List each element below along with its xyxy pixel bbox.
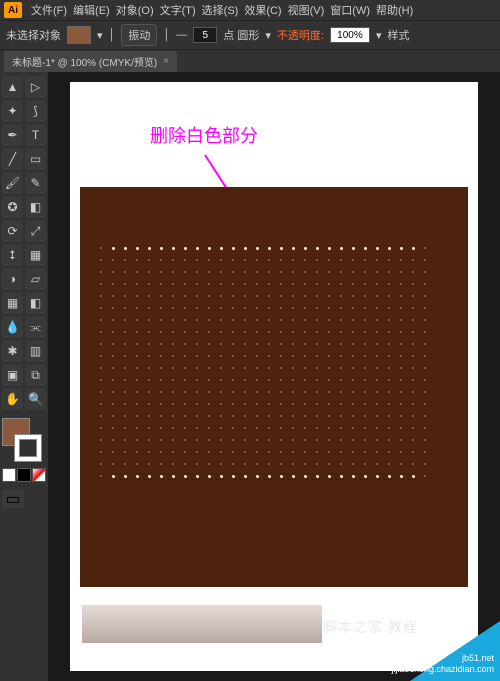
width-tool[interactable]: ⭥ bbox=[2, 244, 23, 266]
blob-brush-tool[interactable]: ✪ bbox=[2, 196, 23, 218]
rectangle-tool[interactable]: ▭ bbox=[25, 148, 46, 170]
color-mode-row bbox=[2, 468, 46, 482]
menu-window[interactable]: 窗口(W) bbox=[327, 2, 373, 18]
column-graph-tool[interactable]: ▥ bbox=[25, 340, 46, 362]
opacity-label: 不透明度: bbox=[277, 27, 324, 43]
color-swatches[interactable] bbox=[2, 418, 46, 462]
pen-tool[interactable]: ✒ bbox=[2, 124, 23, 146]
annotation-text: 删除白色部分 bbox=[150, 122, 258, 148]
tab-title: 未标题-1* @ 100% (CMYK/预览) bbox=[12, 54, 157, 69]
mesh-tool[interactable]: ▦ bbox=[2, 292, 23, 314]
menubar: Ai 文件(F) 编辑(E) 对象(O) 文字(T) 选择(S) 效果(C) 视… bbox=[0, 0, 500, 20]
color-mode-gradient[interactable] bbox=[17, 468, 31, 482]
hand-tool[interactable]: ✋ bbox=[2, 388, 23, 410]
corner-text: jb51.net jijiaocheng.chazidian.com bbox=[391, 653, 494, 675]
free-transform-tool[interactable]: ▦ bbox=[25, 244, 46, 266]
selection-tool[interactable]: ▲ bbox=[2, 76, 23, 98]
menu-help[interactable]: 帮助(H) bbox=[373, 2, 416, 18]
line-tool[interactable]: ╱ bbox=[2, 148, 23, 170]
dropdown-icon[interactable]: ▾ bbox=[265, 29, 271, 42]
color-mode-color[interactable] bbox=[2, 468, 16, 482]
artboard-tool[interactable]: ▣ bbox=[2, 364, 23, 386]
stroke-weight-input[interactable] bbox=[193, 27, 217, 43]
lasso-tool[interactable]: ⟆ bbox=[25, 100, 46, 122]
blend-tool[interactable]: ⫘ bbox=[25, 316, 46, 338]
line-icon: — bbox=[176, 29, 187, 41]
main-area: ▲▷ ✦⟆ ✒T ╱▭ 🖌✎ ✪◧ ⟳⤢ ⭥▦ ◑▱ ▦◧ 💧⫘ ✱▥ ▣⧉ ✋… bbox=[0, 72, 500, 681]
screen-mode-button[interactable]: ▭ bbox=[2, 490, 24, 508]
artboard: 删除白色部分 脚本之家 教程 bbox=[70, 82, 478, 671]
transform-button[interactable]: 振动 bbox=[121, 24, 157, 46]
dots-pattern bbox=[100, 247, 448, 547]
divider: │ bbox=[109, 29, 116, 41]
fill-swatch[interactable] bbox=[67, 26, 91, 44]
artwork-canvas bbox=[80, 187, 468, 587]
slice-tool[interactable]: ⧉ bbox=[25, 364, 46, 386]
document-tab[interactable]: 未标题-1* @ 100% (CMYK/预览) × bbox=[4, 51, 177, 72]
menu-view[interactable]: 视图(V) bbox=[285, 2, 328, 18]
eraser-tool[interactable]: ◧ bbox=[25, 196, 46, 218]
divider: │ bbox=[163, 29, 170, 41]
ai-logo-icon: Ai bbox=[4, 2, 22, 18]
close-icon[interactable]: × bbox=[163, 56, 169, 67]
color-mode-none[interactable] bbox=[32, 468, 46, 482]
corner-line2: jijiaocheng.chazidian.com bbox=[391, 664, 494, 675]
selection-status: 未选择对象 bbox=[6, 27, 61, 43]
opacity-input[interactable] bbox=[330, 27, 370, 43]
menu-type[interactable]: 文字(T) bbox=[157, 2, 199, 18]
style-label: 样式 bbox=[387, 27, 409, 43]
shape-builder-tool[interactable]: ◑ bbox=[2, 268, 23, 290]
perspective-tool[interactable]: ▱ bbox=[25, 268, 46, 290]
toolbox: ▲▷ ✦⟆ ✒T ╱▭ 🖌✎ ✪◧ ⟳⤢ ⭥▦ ◑▱ ▦◧ 💧⫘ ✱▥ ▣⧉ ✋… bbox=[0, 72, 48, 681]
zoom-tool[interactable]: 🔍 bbox=[25, 388, 46, 410]
pencil-tool[interactable]: ✎ bbox=[25, 172, 46, 194]
menu-file[interactable]: 文件(F) bbox=[28, 2, 70, 18]
dropdown-icon[interactable]: ▾ bbox=[376, 29, 382, 42]
canvas-area[interactable]: 删除白色部分 脚本之家 教程 jb51.net jijiaocheng.chaz… bbox=[48, 72, 500, 681]
direct-selection-tool[interactable]: ▷ bbox=[25, 76, 46, 98]
document-tabbar: 未标题-1* @ 100% (CMYK/预览) × bbox=[0, 50, 500, 72]
menu-select[interactable]: 选择(S) bbox=[199, 2, 242, 18]
type-tool[interactable]: T bbox=[25, 124, 46, 146]
gradient-bar bbox=[82, 605, 322, 643]
menu-effect[interactable]: 效果(C) bbox=[241, 2, 284, 18]
stroke-label: 点 圆形 bbox=[223, 27, 259, 43]
eyedropper-tool[interactable]: 💧 bbox=[2, 316, 23, 338]
scale-tool[interactable]: ⤢ bbox=[25, 220, 46, 242]
stroke-color-swatch[interactable] bbox=[14, 434, 42, 462]
stroke-dropdown-icon[interactable]: ▾ bbox=[97, 29, 103, 42]
gradient-tool[interactable]: ◧ bbox=[25, 292, 46, 314]
menu-edit[interactable]: 编辑(E) bbox=[70, 2, 113, 18]
symbol-sprayer-tool[interactable]: ✱ bbox=[2, 340, 23, 362]
option-bar: 未选择对象 ▾ │ 振动 │ — 点 圆形 ▾ 不透明度: ▾ 样式 bbox=[0, 20, 500, 50]
corner-line1: jb51.net bbox=[391, 653, 494, 664]
menu-object[interactable]: 对象(O) bbox=[113, 2, 157, 18]
rotate-tool[interactable]: ⟳ bbox=[2, 220, 23, 242]
paintbrush-tool[interactable]: 🖌 bbox=[2, 172, 23, 194]
watermark-center: 脚本之家 教程 bbox=[323, 617, 418, 637]
magic-wand-tool[interactable]: ✦ bbox=[2, 100, 23, 122]
